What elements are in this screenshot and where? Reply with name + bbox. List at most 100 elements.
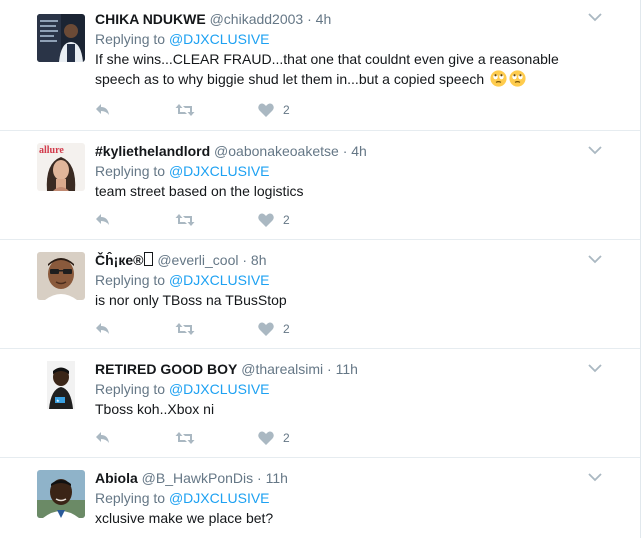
tweet-content: #kyliethelandlord @oabonakeoaketse · 4h … [95,141,600,201]
tweet-content: Abiola @B_HawkPonDis · 11h Replying to @… [95,468,600,528]
reply-icon [96,104,109,115]
chevron-down-icon[interactable] [588,254,602,264]
timestamp[interactable]: 4h [316,11,332,27]
chevron-down-icon[interactable] [588,12,602,22]
avatar[interactable] [37,470,85,518]
author-name[interactable]: #kyliethelandlord [95,143,210,159]
separator-dot: · [307,11,312,27]
timestamp[interactable]: 11h [266,470,288,486]
retweet-button[interactable] [175,428,258,448]
heart-icon [258,103,274,117]
tweet-text: If she wins...CLEAR FRAUD...that one tha… [95,49,600,89]
timestamp[interactable]: 8h [251,252,267,268]
timestamp[interactable]: 4h [351,143,367,159]
reply-timeline: CHIKA NDUKWE @chikadd2003 · 4h Replying … [0,0,641,538]
like-count: 2 [283,431,290,445]
avatar[interactable]: allure [37,143,85,191]
replying-to: Replying to @DJXCLUSIVE [95,29,600,49]
reply-button[interactable] [95,100,175,120]
tweet-text: xclusive make we place bet? [95,508,600,528]
author-handle[interactable]: @tharealsimi [241,361,323,377]
tweet-text: is nor only TBoss na TBusStop [95,290,600,310]
tweet-header: #kyliethelandlord @oabonakeoaketse · 4h [95,141,600,161]
replying-label: Replying to [95,272,169,288]
tweet-text-line: team street based on the logistics [95,183,304,199]
author-name[interactable]: RETIRED GOOD BOY [95,361,237,377]
author-name[interactable]: CHIKA NDUKWE [95,11,206,27]
tweet-content: RETIRED GOOD BOY @tharealsimi · 11h Repl… [95,359,600,419]
separator-dot: · [242,252,248,268]
retweet-icon [175,214,195,226]
reply-button[interactable] [95,428,175,448]
replying-to: Replying to @DJXCLUSIVE [95,379,600,399]
heart-icon [258,322,274,336]
like-button[interactable]: 2 [258,100,290,120]
like-button[interactable]: 2 [258,428,290,448]
like-button[interactable]: 2 [258,210,290,230]
avatar[interactable]: ★ [37,361,85,409]
missing-glyph-icon [144,252,154,266]
reply-button[interactable] [95,319,175,339]
tweet-item[interactable]: Abiola @B_HawkPonDis · 11h Replying to @… [0,458,640,538]
tweet-text-line: xclusive make we place bet? [95,510,274,526]
retweet-icon [175,432,195,444]
tweet-content: CHIKA NDUKWE @chikadd2003 · 4h Replying … [95,9,600,89]
tweet-item[interactable]: Čĥ¡кe® @everli_cool · 8h Replying to @DJ… [0,240,640,349]
tweet-text-line: speech as to why biggie shud let them in… [95,71,485,87]
tweet-text-line: Tboss koh..Xbox ni [95,401,215,417]
tweet-item[interactable]: CHIKA NDUKWE @chikadd2003 · 4h Replying … [0,0,640,131]
tweet-actions: 2 [95,319,290,339]
replying-label: Replying to [95,31,169,47]
tweet-text: Tboss koh..Xbox ni [95,399,600,419]
mention-link[interactable]: @DJXCLUSIVE [169,31,270,47]
tweet-header: CHIKA NDUKWE @chikadd2003 · 4h [95,9,600,29]
tweet-actions: 2 [95,428,290,448]
retweet-button[interactable] [175,100,258,120]
avatar[interactable] [37,14,85,62]
mention-link[interactable]: @DJXCLUSIVE [169,381,270,397]
mention-link[interactable]: @DJXCLUSIVE [169,163,270,179]
author-handle[interactable]: @everli_cool [157,252,238,268]
replying-to: Replying to @DJXCLUSIVE [95,270,600,290]
replying-label: Replying to [95,381,169,397]
author-handle[interactable]: @B_HawkPonDis [142,470,253,486]
separator-dot: · [257,470,262,486]
author-handle[interactable]: @oabonakeoaketse [214,143,339,159]
mention-link[interactable]: @DJXCLUSIVE [169,272,270,288]
tweet-item[interactable]: allure #kyliethelandlord @oabonakeoakets… [0,131,640,240]
timestamp[interactable]: 11h [336,361,358,377]
tweet-text-line: If she wins...CLEAR FRAUD...that one tha… [95,51,559,67]
tweet-text: team street based on the logistics [95,181,600,201]
avatar[interactable] [37,252,85,300]
like-count: 2 [283,322,290,336]
reply-icon [96,432,109,443]
tweet-item[interactable]: ★ RETIRED GOOD BOY @tharealsimi · 11h Re… [0,349,640,458]
heart-icon [258,431,274,445]
tweet-header: RETIRED GOOD BOY @tharealsimi · 11h [95,359,600,379]
chevron-down-icon[interactable] [588,472,602,482]
mention-link[interactable]: @DJXCLUSIVE [169,490,270,506]
like-button[interactable]: 2 [258,319,290,339]
author-handle[interactable]: @chikadd2003 [210,11,304,27]
reply-icon [96,214,109,225]
svg-text:allure: allure [39,145,64,156]
reply-button[interactable] [95,210,175,230]
replying-to: Replying to @DJXCLUSIVE [95,488,600,508]
separator-dot: · [342,143,348,159]
separator-dot: · [327,361,332,377]
svg-text:★: ★ [56,398,60,403]
tweet-header: Čĥ¡кe® @everli_cool · 8h [95,250,600,270]
chevron-down-icon[interactable] [588,145,602,155]
like-count: 2 [283,103,290,117]
author-name[interactable]: Abiola [95,470,138,486]
retweet-button[interactable] [175,210,258,230]
tweet-header: Abiola @B_HawkPonDis · 11h [95,468,600,488]
tweet-actions: 2 [95,210,290,230]
retweet-button[interactable] [175,319,258,339]
chevron-down-icon[interactable] [588,363,602,373]
rolling-eyes-emoji [490,70,507,87]
tweet-actions: 2 [95,100,290,120]
heart-icon [258,213,274,227]
replying-label: Replying to [95,163,169,179]
author-name[interactable]: Čĥ¡кe® [95,252,143,268]
